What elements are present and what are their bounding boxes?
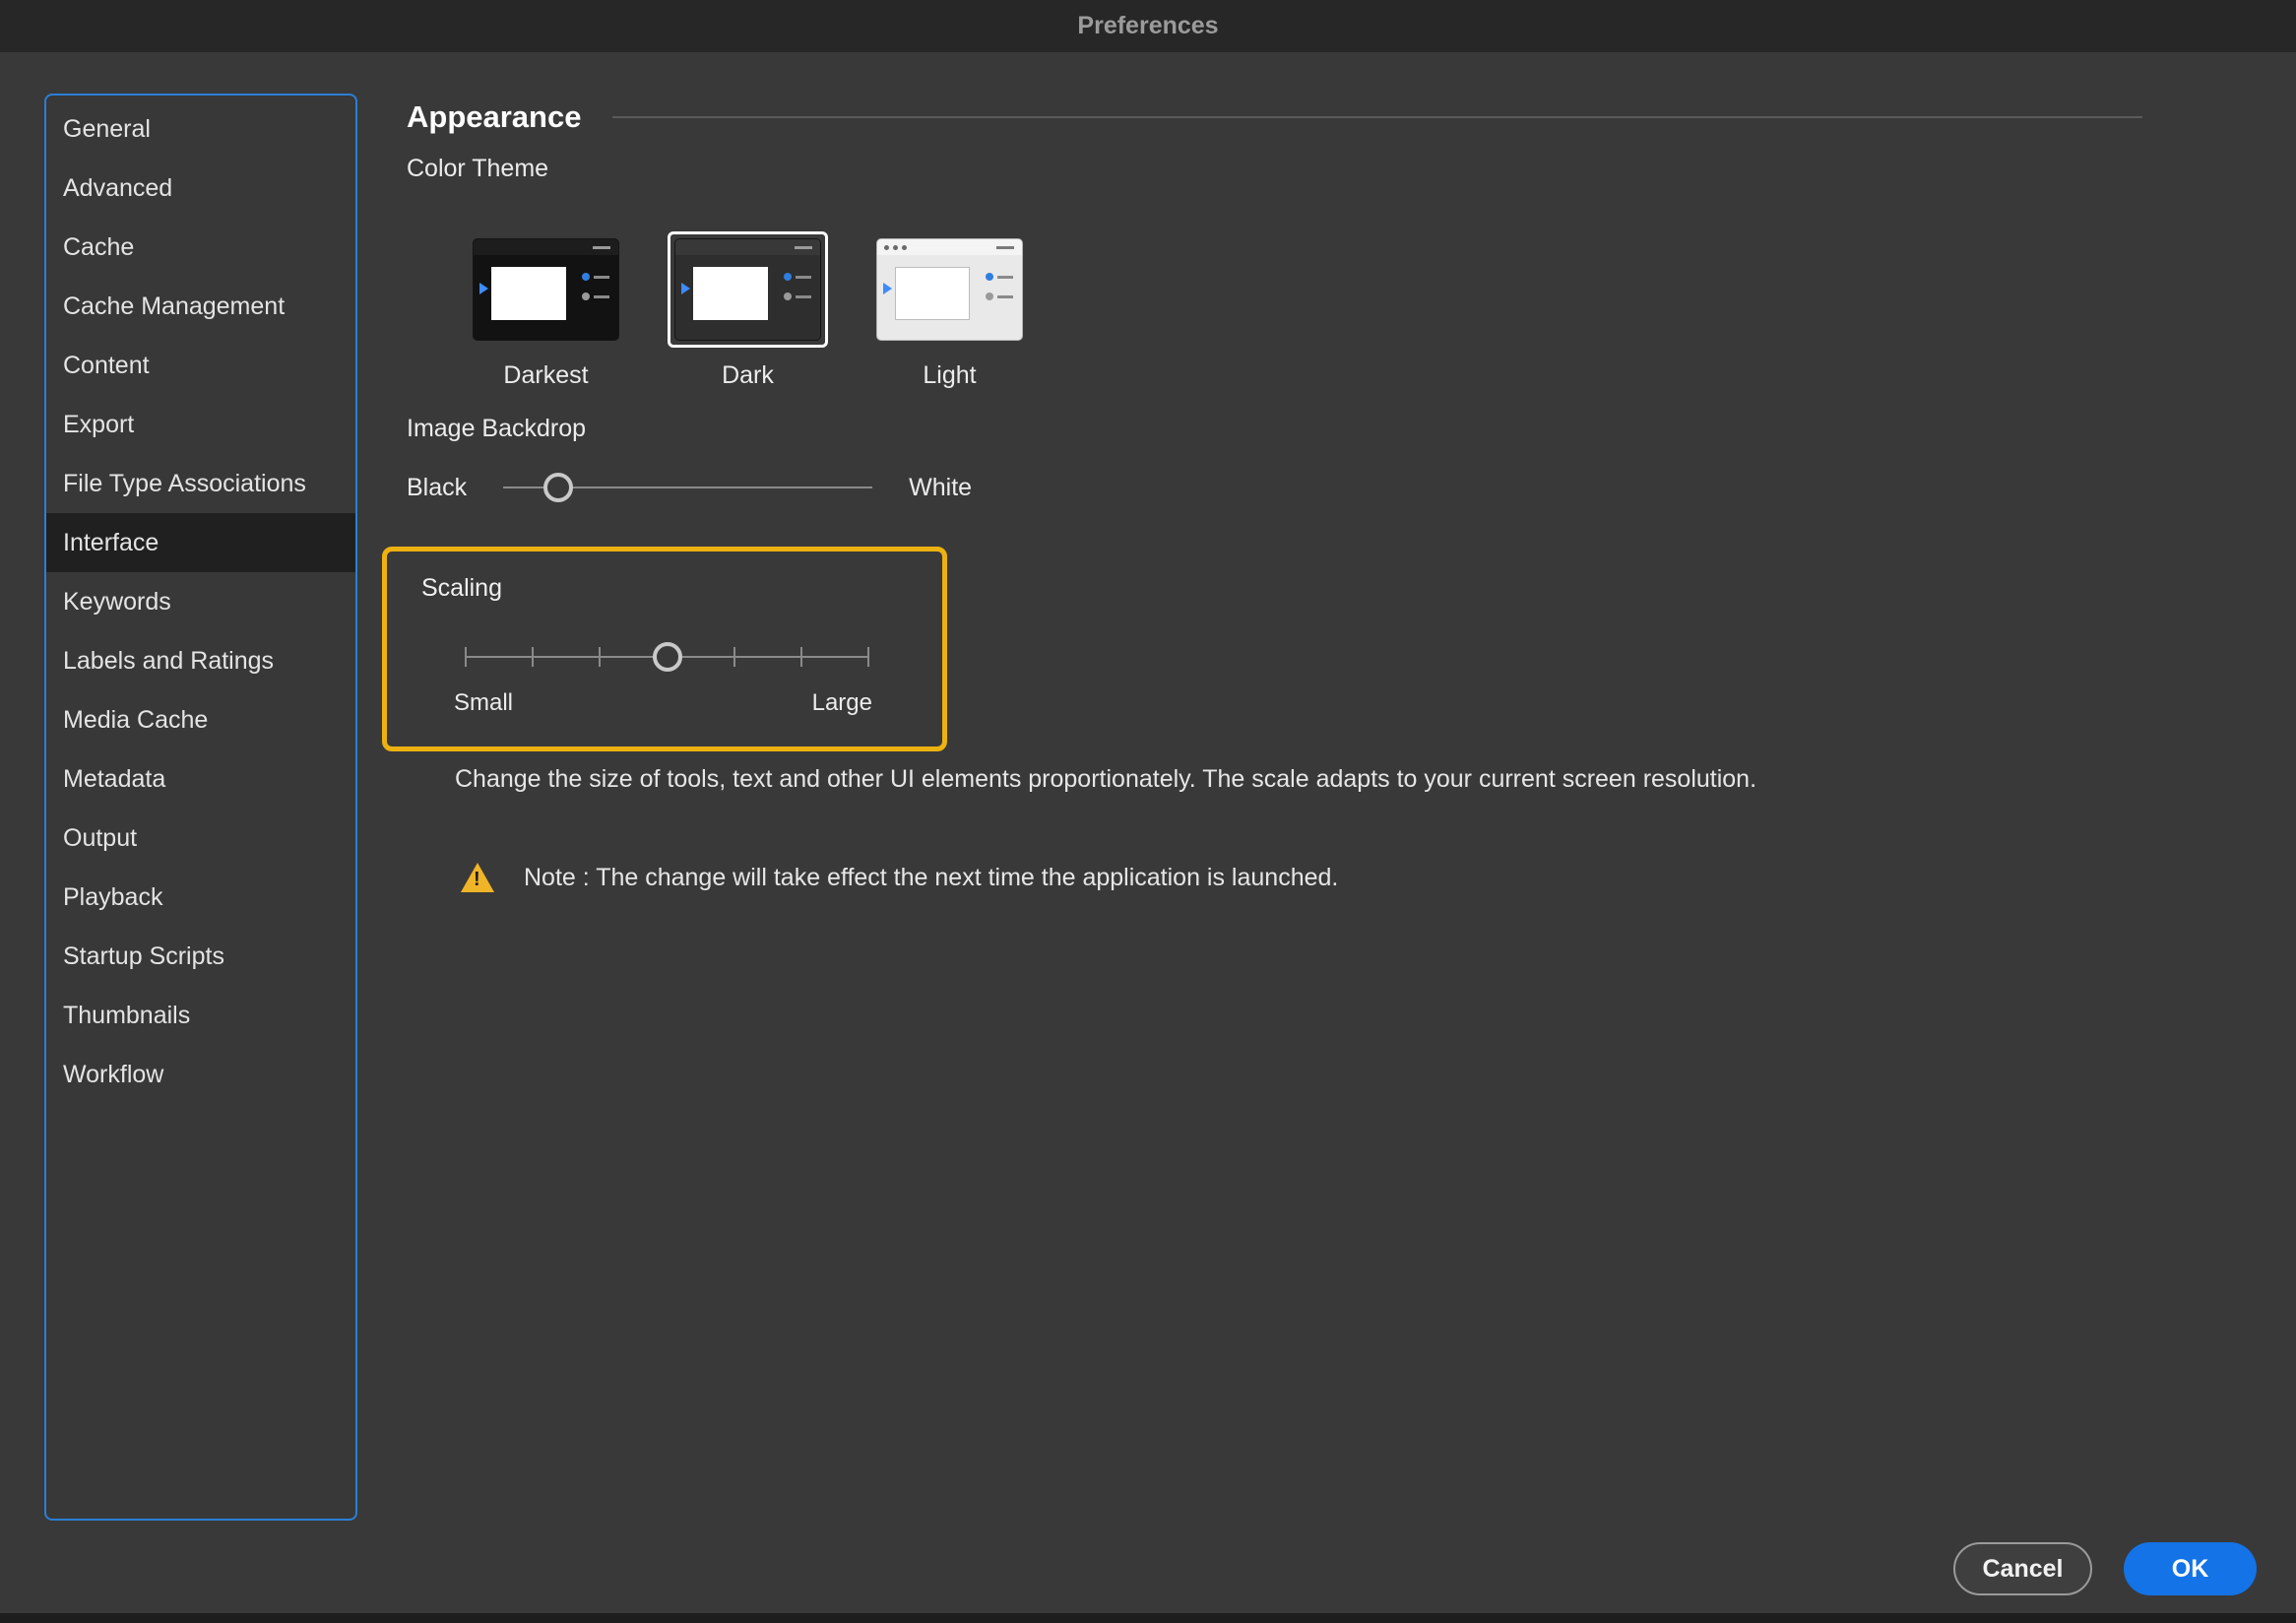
sidebar-item-cache-management[interactable]: Cache Management xyxy=(46,277,355,336)
slider-tick xyxy=(800,647,802,667)
mini-window-canvas xyxy=(895,267,970,320)
dialog-body: General Advanced Cache Cache Management … xyxy=(0,52,2296,1521)
theme-option-darkest[interactable]: Darkest xyxy=(466,231,626,390)
mini-cursor-icon xyxy=(883,283,892,294)
theme-thumbnail-frame xyxy=(466,231,626,348)
section-divider xyxy=(612,116,2142,118)
theme-thumbnail-frame xyxy=(869,231,1030,348)
sidebar-item-metadata[interactable]: Metadata xyxy=(46,749,355,809)
slider-tick xyxy=(599,647,601,667)
title-bar: Preferences xyxy=(0,0,2296,52)
sidebar-item-file-type-associations[interactable]: File Type Associations xyxy=(46,454,355,513)
mini-window-canvas xyxy=(693,267,768,320)
restart-note: Note : The change will take effect the n… xyxy=(461,863,2142,892)
mini-window-canvas xyxy=(491,267,566,320)
sidebar-item-playback[interactable]: Playback xyxy=(46,868,355,927)
mini-window-dots xyxy=(884,245,907,250)
sidebar-item-labels-and-ratings[interactable]: Labels and Ratings xyxy=(46,631,355,690)
sidebar-item-thumbnails[interactable]: Thumbnails xyxy=(46,986,355,1045)
restart-note-text: Note : The change will take effect the n… xyxy=(524,864,1338,892)
mini-window-header xyxy=(877,239,1022,255)
sidebar-item-media-cache[interactable]: Media Cache xyxy=(46,690,355,749)
scaling-slider-knob[interactable] xyxy=(653,642,682,672)
sidebar-item-export[interactable]: Export xyxy=(46,395,355,454)
mini-panel-control xyxy=(582,292,609,300)
image-backdrop-label: Image Backdrop xyxy=(407,415,2142,443)
theme-label-light: Light xyxy=(923,361,976,390)
mini-window-menu-dash xyxy=(996,246,1014,249)
backdrop-black-label: Black xyxy=(407,474,467,502)
preferences-dialog: { "window": { "title": "Preferences" }, … xyxy=(0,0,2296,1623)
appearance-section-header: Appearance xyxy=(407,99,2142,135)
backdrop-white-label: White xyxy=(909,474,972,502)
theme-thumbnail-dark xyxy=(674,238,821,341)
scaling-small-label: Small xyxy=(454,689,513,717)
sidebar-item-cache[interactable]: Cache xyxy=(46,218,355,277)
sidebar-item-keywords[interactable]: Keywords xyxy=(46,572,355,631)
backdrop-slider[interactable] xyxy=(503,471,872,504)
color-theme-options: Darkest Dark xyxy=(466,231,2142,390)
mini-window-header xyxy=(474,239,618,255)
mini-panel-control xyxy=(986,292,1013,300)
scaling-label: Scaling xyxy=(421,574,942,603)
slider-tick xyxy=(465,647,467,667)
mini-cursor-icon xyxy=(681,283,690,294)
theme-thumbnail-darkest xyxy=(473,238,619,341)
ok-button[interactable]: OK xyxy=(2124,1542,2257,1595)
sidebar-item-interface[interactable]: Interface xyxy=(46,513,355,572)
mini-panel-control xyxy=(784,273,811,281)
slider-tick xyxy=(733,647,735,667)
color-theme-label: Color Theme xyxy=(407,155,2142,183)
theme-thumbnail-light xyxy=(876,238,1023,341)
preferences-sidebar: General Advanced Cache Cache Management … xyxy=(44,94,357,1521)
cancel-button[interactable]: Cancel xyxy=(1953,1542,2092,1595)
scaling-large-label: Large xyxy=(812,689,872,717)
mini-panel-control xyxy=(582,273,609,281)
theme-option-light[interactable]: Light xyxy=(869,231,1030,390)
mini-window-menu-dash xyxy=(795,246,812,249)
scaling-description: Change the size of tools, text and other… xyxy=(455,765,2142,794)
theme-label-dark: Dark xyxy=(722,361,774,390)
sidebar-item-content[interactable]: Content xyxy=(46,336,355,395)
scaling-slider-labels: Small Large xyxy=(466,689,868,719)
slider-tick xyxy=(532,647,534,667)
appearance-heading: Appearance xyxy=(407,99,581,135)
image-backdrop-slider-row: Black White xyxy=(407,471,2142,504)
window-title: Preferences xyxy=(1077,12,1218,40)
sidebar-item-general[interactable]: General xyxy=(46,99,355,159)
theme-thumbnail-frame xyxy=(668,231,828,348)
scaling-slider[interactable] xyxy=(466,640,868,674)
theme-option-dark[interactable]: Dark xyxy=(668,231,828,390)
backdrop-slider-knob[interactable] xyxy=(543,473,573,502)
theme-label-darkest: Darkest xyxy=(503,361,588,390)
interface-settings-panel: Appearance Color Theme Darke xyxy=(357,94,2296,1521)
mini-cursor-icon xyxy=(479,283,488,294)
slider-tick xyxy=(867,647,869,667)
warning-icon xyxy=(461,863,494,892)
sidebar-item-workflow[interactable]: Workflow xyxy=(46,1045,355,1104)
mini-panel-control xyxy=(986,273,1013,281)
mini-window-menu-dash xyxy=(593,246,610,249)
scaling-section-highlight: Scaling Small Large xyxy=(382,547,947,751)
sidebar-item-advanced[interactable]: Advanced xyxy=(46,159,355,218)
window-bottom-edge xyxy=(0,1613,2296,1623)
mini-panel-control xyxy=(784,292,811,300)
mini-window-header xyxy=(675,239,820,255)
sidebar-item-output[interactable]: Output xyxy=(46,809,355,868)
sidebar-item-startup-scripts[interactable]: Startup Scripts xyxy=(46,927,355,986)
